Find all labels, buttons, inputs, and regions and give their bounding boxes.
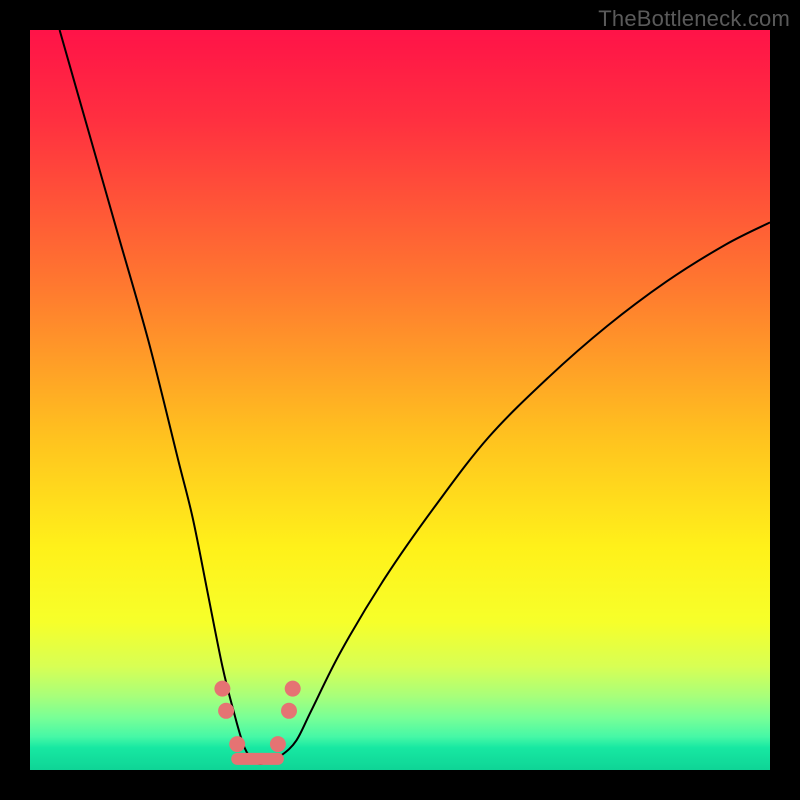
highlight-point: [218, 703, 234, 719]
highlight-point: [229, 736, 245, 752]
watermark-text: TheBottleneck.com: [598, 6, 790, 32]
highlight-point: [281, 703, 297, 719]
chart-stage: TheBottleneck.com: [0, 0, 800, 800]
plot-area: [30, 30, 770, 770]
highlight-markers: [214, 681, 300, 759]
highlight-point: [285, 681, 301, 697]
curve-layer: [30, 30, 770, 770]
highlight-point: [270, 736, 286, 752]
highlight-point: [214, 681, 230, 697]
bottleneck-curve: [60, 30, 770, 764]
